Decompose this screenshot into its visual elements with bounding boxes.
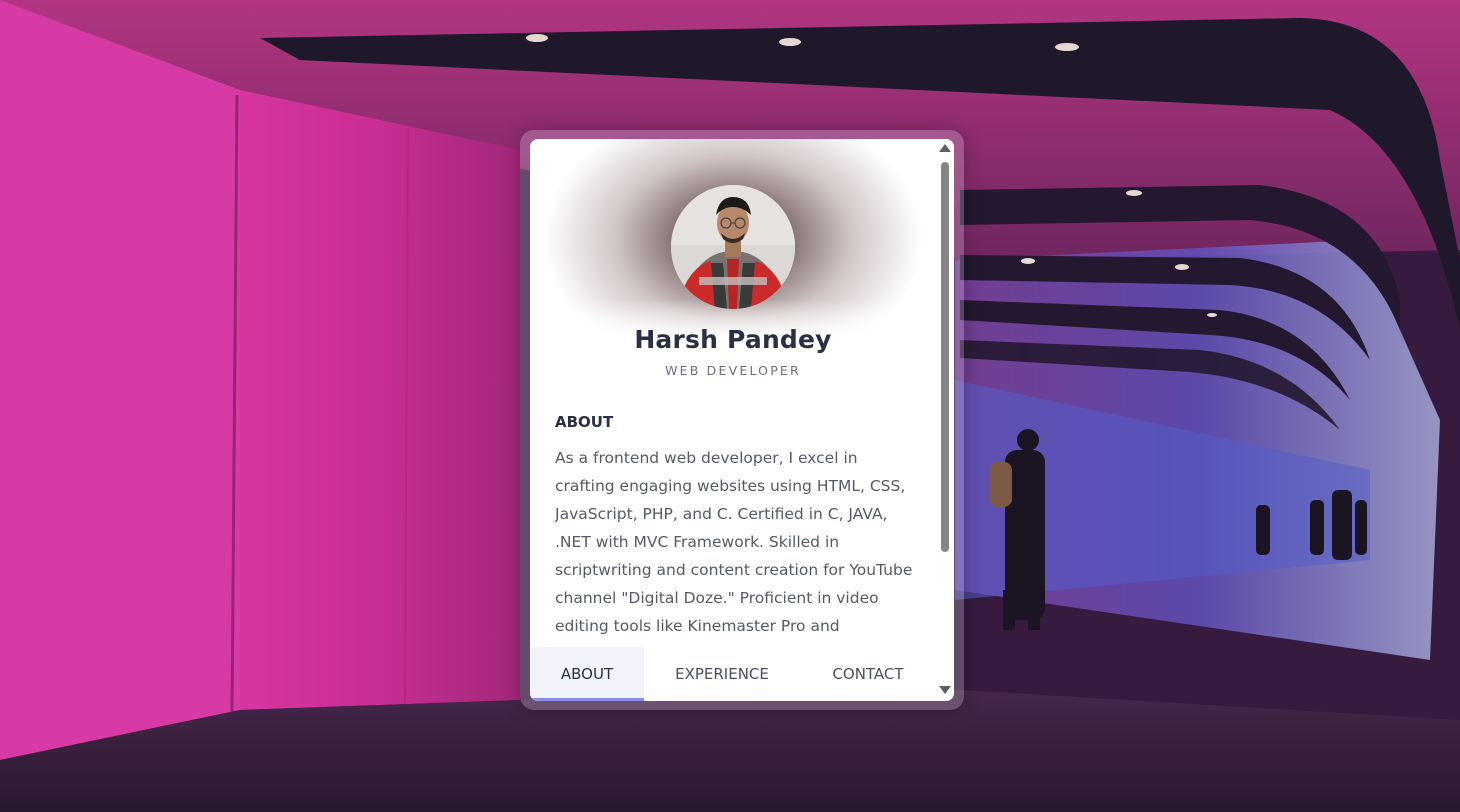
scrollbar[interactable] (936, 139, 954, 701)
triangle-down-icon[interactable] (939, 686, 951, 694)
about-description: As a frontend web developer, I excel in … (555, 449, 913, 635)
profile-role: WEB DEVELOPER (665, 363, 801, 378)
profile-photo (671, 185, 795, 309)
tab-bar: ABOUT EXPERIENCE CONTACT (530, 647, 936, 701)
triangle-up-icon[interactable] (939, 144, 951, 152)
tab-experience-label: EXPERIENCE (675, 665, 769, 683)
profile-name: Harsh Pandey (634, 325, 832, 354)
about-section-title: ABOUT (555, 413, 614, 431)
profile-card: Harsh Pandey WEB DEVELOPER ABOUT As a fr… (530, 139, 954, 701)
tab-contact-label: CONTACT (832, 665, 904, 683)
tab-contact[interactable]: CONTACT (800, 647, 936, 701)
tab-experience[interactable]: EXPERIENCE (644, 647, 800, 701)
scrollbar-thumb[interactable] (941, 162, 949, 552)
tab-about-label: ABOUT (560, 665, 614, 683)
avatar (671, 185, 795, 309)
tab-about[interactable]: ABOUT (530, 647, 644, 701)
